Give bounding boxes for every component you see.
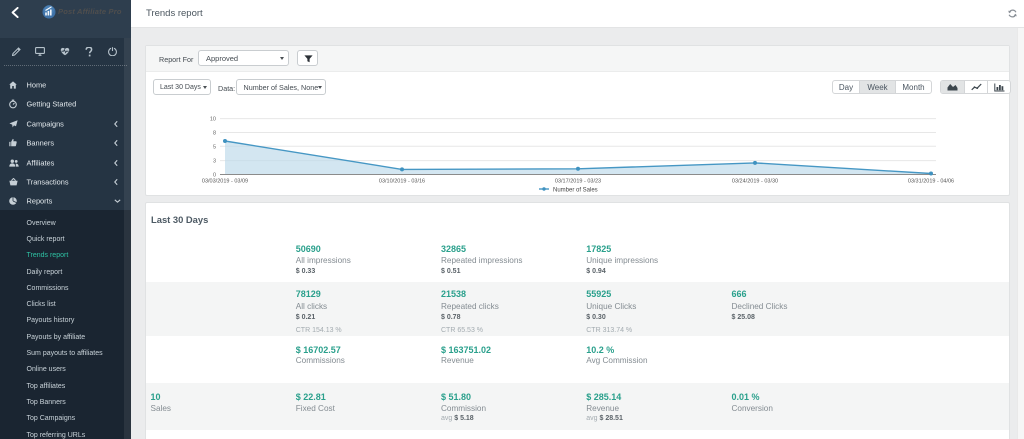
svg-text:03/17/2019 - 03/23: 03/17/2019 - 03/23 [555, 179, 601, 185]
svg-text:03/31/2019 - 04/06: 03/31/2019 - 04/06 [908, 179, 954, 185]
svg-text:Number of Sales: Number of Sales [553, 188, 598, 194]
svg-text:3: 3 [213, 159, 216, 165]
svg-text:03/03/2019 - 03/09: 03/03/2019 - 03/09 [202, 179, 248, 185]
svg-text:5: 5 [213, 144, 216, 150]
svg-text:03/10/2019 - 03/16: 03/10/2019 - 03/16 [379, 179, 425, 185]
svg-text:8: 8 [213, 131, 216, 137]
svg-text:03/24/2019 - 03/30: 03/24/2019 - 03/30 [732, 179, 778, 185]
svg-text:10: 10 [210, 117, 216, 123]
